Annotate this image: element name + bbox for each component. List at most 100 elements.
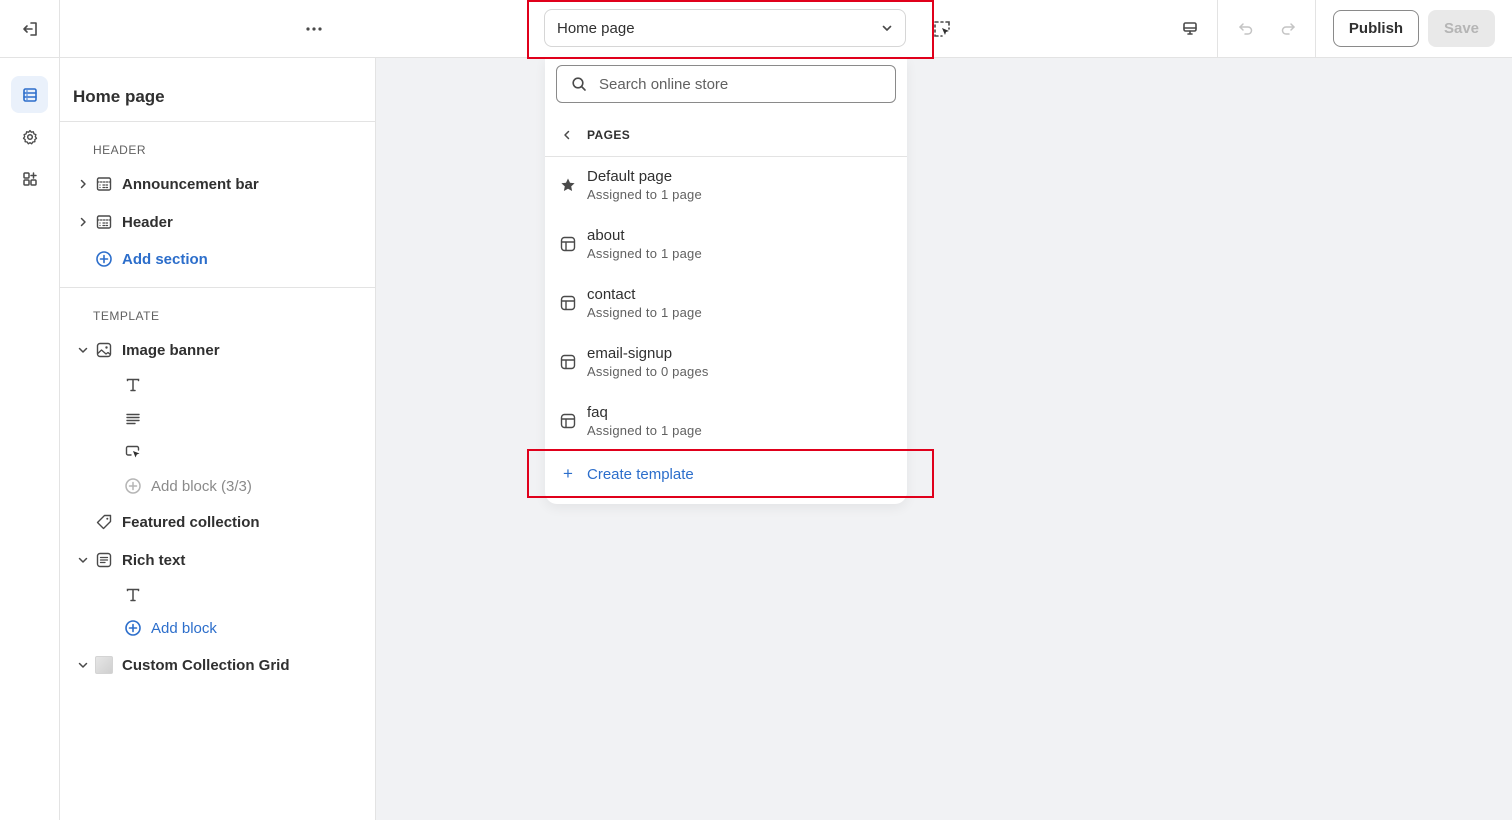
heading-text-icon: [124, 376, 142, 394]
search-input[interactable]: Search online store: [556, 65, 896, 103]
section-header[interactable]: Header: [76, 207, 366, 237]
section-label: Custom Collection Grid: [122, 656, 290, 674]
option-name: contact: [587, 285, 636, 303]
image-icon: [95, 341, 113, 359]
option-assigned: Assigned to 1 page: [587, 186, 702, 202]
chevron-left-icon[interactable]: [559, 127, 575, 143]
tag-icon: [95, 513, 113, 531]
section-announcement-bar[interactable]: Announcement bar: [76, 169, 366, 199]
exit-button[interactable]: [0, 0, 60, 58]
section-custom-collection-grid[interactable]: Custom Collection Grid: [76, 650, 366, 680]
option-assigned: Assigned to 0 pages: [587, 363, 709, 379]
publish-button[interactable]: Publish: [1333, 10, 1419, 47]
sections-sidebar: Home page HEADER Announcement bar Header…: [60, 58, 376, 820]
template-option-email-signup[interactable]: email-signup Assigned to 0 pages: [545, 334, 907, 390]
template-icon: [559, 235, 577, 253]
plus-icon: +: [563, 464, 573, 483]
option-name: about: [587, 226, 625, 244]
toolbar-divider: [1315, 0, 1316, 58]
add-section-label: Add section: [122, 250, 208, 268]
toolbar-divider: [1217, 0, 1218, 58]
device-preview-button[interactable]: [1176, 16, 1204, 42]
template-option-default-page[interactable]: Default page Assigned to 1 page: [545, 157, 907, 213]
sidebar-title: Home page: [73, 87, 165, 106]
section-label: Header: [122, 213, 173, 231]
plus-circle-icon: [124, 477, 142, 495]
pages-label: PAGES: [587, 128, 631, 142]
add-block-label: Add block (3/3): [151, 477, 252, 495]
search-icon: [571, 76, 587, 92]
more-actions-button[interactable]: [296, 16, 332, 42]
search-placeholder: Search online store: [599, 75, 729, 93]
template-icon: [559, 412, 577, 430]
add-section-button[interactable]: Add section: [76, 244, 366, 274]
rich-text-icon: [95, 551, 113, 569]
plus-circle-icon: [95, 250, 113, 268]
save-button[interactable]: Save: [1428, 10, 1495, 47]
undo-button[interactable]: [1234, 17, 1258, 41]
section-layout-icon: [95, 175, 113, 193]
section-thumbnail-icon: [95, 656, 113, 674]
undo-icon: [1238, 21, 1254, 37]
top-bar: Home page Publish Save: [0, 0, 1512, 58]
block-button[interactable]: [124, 438, 364, 466]
redo-button[interactable]: [1276, 17, 1300, 41]
desktop-icon: [1181, 20, 1199, 38]
option-assigned: Assigned to 1 page: [587, 422, 702, 438]
apps-icon: [21, 170, 39, 188]
divider: [60, 121, 376, 122]
paragraph-icon: [124, 410, 142, 428]
template-option-contact[interactable]: contact Assigned to 1 page: [545, 275, 907, 331]
left-rail: [0, 58, 60, 820]
create-template-button[interactable]: + Create template: [545, 456, 907, 492]
divider: [60, 287, 376, 288]
section-label: Announcement bar: [122, 175, 259, 193]
star-icon: [559, 176, 577, 194]
chevron-down-icon: [881, 22, 893, 34]
option-name: faq: [587, 403, 608, 421]
settings-gear-icon: [21, 128, 39, 146]
section-featured-collection[interactable]: Featured collection: [76, 507, 366, 537]
section-rich-text[interactable]: Rich text: [76, 545, 366, 575]
chevron-down-icon[interactable]: [76, 553, 90, 567]
option-assigned: Assigned to 1 page: [587, 304, 702, 320]
inspector-select-icon: [932, 19, 952, 39]
template-group-label: TEMPLATE: [93, 309, 160, 323]
plus-circle-icon: [124, 619, 142, 637]
add-block-label: Add block: [151, 619, 217, 637]
add-block-button-disabled: Add block (3/3): [124, 472, 364, 500]
section-image-banner[interactable]: Image banner: [76, 335, 366, 365]
chevron-down-icon[interactable]: [76, 343, 90, 357]
template-selector-label: Home page: [557, 19, 635, 37]
rail-apps-button[interactable]: [11, 160, 48, 197]
chevron-down-icon[interactable]: [76, 658, 90, 672]
block-text[interactable]: [124, 405, 364, 433]
block-heading[interactable]: [124, 371, 364, 399]
block-heading[interactable]: [124, 581, 364, 609]
add-block-button[interactable]: Add block: [124, 614, 364, 642]
heading-text-icon: [124, 586, 142, 604]
rail-sections-button[interactable]: [11, 76, 48, 113]
exit-icon: [21, 20, 39, 38]
sections-icon: [21, 86, 39, 104]
template-icon: [559, 294, 577, 312]
section-layout-icon: [95, 213, 113, 231]
pages-section-header[interactable]: PAGES: [559, 124, 889, 146]
template-selector[interactable]: Home page: [544, 9, 906, 47]
inspector-toggle-button[interactable]: [930, 17, 954, 41]
template-option-about[interactable]: about Assigned to 1 page: [545, 216, 907, 272]
template-option-faq[interactable]: faq Assigned to 1 page: [545, 393, 907, 449]
chevron-right-icon[interactable]: [76, 215, 90, 229]
header-group-label: HEADER: [93, 143, 147, 157]
section-label: Featured collection: [122, 513, 260, 531]
template-icon: [559, 353, 577, 371]
redo-icon: [1280, 21, 1296, 37]
section-label: Image banner: [122, 341, 220, 359]
chevron-right-icon[interactable]: [76, 177, 90, 191]
button-cursor-icon: [124, 443, 142, 461]
option-name: Default page: [587, 167, 673, 185]
template-dropdown: Search online store PAGES Default page As…: [545, 58, 907, 504]
section-label: Rich text: [122, 551, 186, 569]
option-name: email-signup: [587, 344, 673, 362]
rail-settings-button[interactable]: [11, 118, 48, 155]
